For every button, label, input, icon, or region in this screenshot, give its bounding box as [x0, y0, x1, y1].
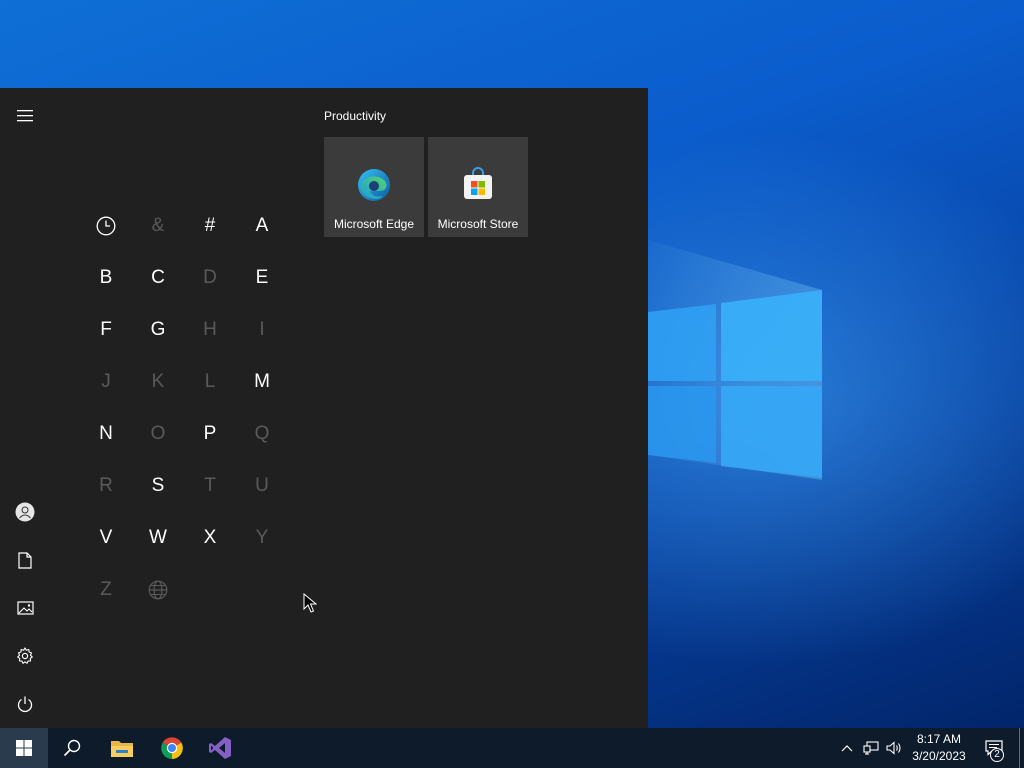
search-icon: [63, 739, 81, 757]
taskbar: 8:17 AM 3/20/2023: [0, 728, 1024, 768]
letter-jump-item[interactable]: C: [132, 252, 184, 304]
document-icon: [18, 551, 32, 569]
letter-jump-item[interactable]: F: [80, 304, 132, 356]
file-explorer-button[interactable]: [98, 728, 146, 768]
start-menu: & # A B C D E F G H I J K L M N O P Q R S T U V W X Y Z Productivit…: [0, 88, 648, 728]
chrome-icon: [161, 737, 183, 759]
letter-jump-item: Y: [255, 527, 269, 548]
letter-jump-item[interactable]: N: [80, 408, 132, 460]
letter-jump-item[interactable]: A: [236, 200, 288, 252]
volume-icon: [886, 741, 901, 755]
letter-jump-item: U: [255, 475, 269, 496]
chevron-up-icon: [841, 745, 853, 752]
folder-icon: [111, 741, 133, 757]
user-account-button[interactable]: [0, 492, 50, 532]
tile-microsoft-edge[interactable]: Microsoft Edge: [324, 137, 424, 237]
letter-jump-item: T: [204, 475, 216, 496]
power-icon: [17, 696, 33, 713]
clock-icon: [96, 216, 116, 236]
store-icon: [464, 167, 492, 199]
windows-icon: [16, 740, 32, 756]
user-icon: [15, 502, 35, 522]
tile-label: Microsoft Store: [437, 217, 519, 231]
visual-studio-icon: [209, 737, 231, 759]
letter-jump-item: D: [203, 267, 217, 288]
letter-jump-globe: [132, 564, 184, 616]
tile-group-title: Productivity: [324, 109, 387, 123]
start-button[interactable]: [0, 728, 48, 768]
gear-icon: [17, 647, 33, 664]
letter-jump-item[interactable]: V: [80, 512, 132, 564]
network-icon: [863, 741, 879, 755]
taskbar-clock[interactable]: 8:17 AM 3/20/2023: [906, 728, 972, 768]
mouse-cursor-icon: [303, 593, 317, 613]
edge-icon: [358, 169, 390, 201]
pictures-icon: [16, 601, 34, 615]
chrome-button[interactable]: [148, 728, 196, 768]
volume-tray-button[interactable]: [883, 728, 905, 768]
letter-jump-item: L: [204, 371, 216, 392]
letter-jump-item: R: [99, 475, 113, 496]
clock-time: 8:17 AM: [916, 732, 962, 746]
letter-jump-item: O: [150, 423, 166, 444]
letter-jump-item: &: [151, 215, 165, 236]
letter-jump-item[interactable]: M: [236, 356, 288, 408]
search-button[interactable]: [48, 728, 96, 768]
tile-microsoft-store[interactable]: Microsoft Store: [428, 137, 528, 237]
notification-count-badge: 2: [990, 748, 1004, 762]
letter-jump-item: H: [203, 319, 217, 340]
letter-jump-item[interactable]: E: [236, 252, 288, 304]
letter-jump-item[interactable]: G: [132, 304, 184, 356]
pictures-button[interactable]: [0, 588, 50, 628]
visual-studio-button[interactable]: [196, 728, 244, 768]
tile-label: Microsoft Edge: [333, 217, 415, 231]
letter-jump-item: J: [101, 371, 111, 392]
hamburger-icon: [17, 110, 33, 122]
letter-jump-clock[interactable]: [80, 200, 132, 252]
letter-jump-item[interactable]: B: [80, 252, 132, 304]
hamburger-button[interactable]: [0, 96, 50, 136]
globe-icon: [148, 580, 168, 600]
letter-jump-item: I: [259, 319, 265, 340]
letter-jump-item[interactable]: #: [184, 200, 236, 252]
letter-jump-item[interactable]: W: [132, 512, 184, 564]
letter-jump-item[interactable]: P: [184, 408, 236, 460]
network-tray-button[interactable]: [860, 728, 882, 768]
power-button[interactable]: [0, 684, 50, 724]
letter-jump-item[interactable]: S: [132, 460, 184, 512]
letter-jump-item: Q: [254, 423, 270, 444]
notification-count: 2: [994, 749, 1000, 760]
show-desktop-button[interactable]: [1019, 728, 1024, 768]
clock-date: 3/20/2023: [912, 749, 966, 763]
letter-jump-item[interactable]: X: [184, 512, 236, 564]
settings-button[interactable]: [0, 636, 50, 676]
start-menu-rail: [0, 88, 50, 728]
documents-button[interactable]: [0, 540, 50, 580]
letter-jump-item: K: [151, 371, 165, 392]
letter-jump-item: Z: [100, 579, 112, 600]
desktop[interactable]: & # A B C D E F G H I J K L M N O P Q R S T U V W X Y Z Productivit…: [0, 0, 1024, 728]
show-hidden-icons-button[interactable]: [836, 728, 858, 768]
